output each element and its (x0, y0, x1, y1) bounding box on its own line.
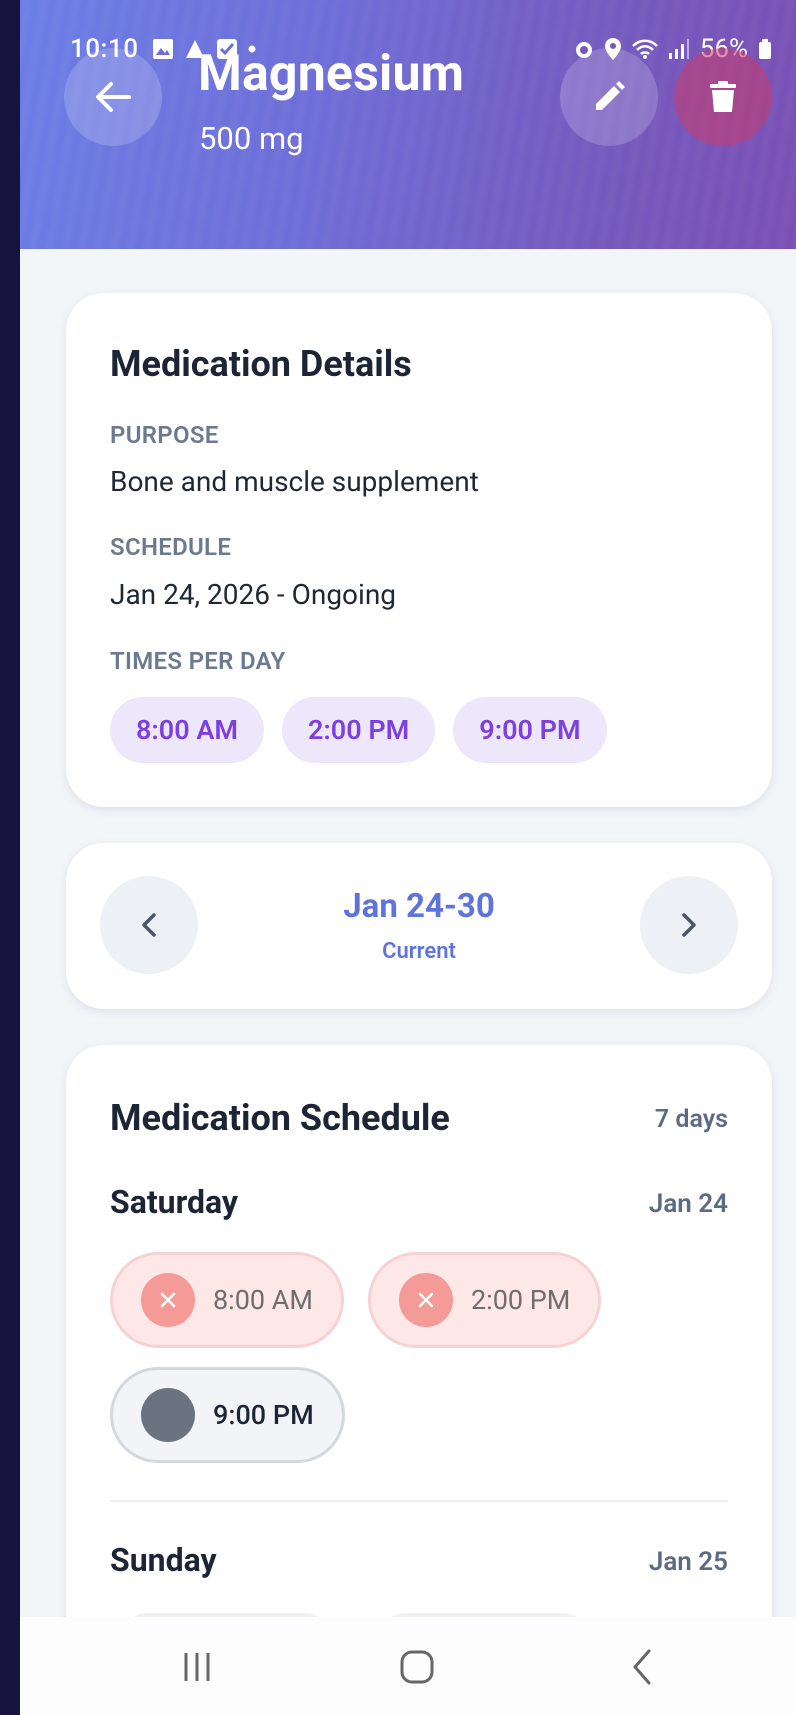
time-chip: 9:00 PM (453, 697, 607, 763)
schedule-value: Jan 24, 2026 - Ongoing (110, 578, 397, 611)
dose-missed[interactable]: 8:00 AM (110, 1252, 344, 1348)
details-title: Medication Details (110, 343, 412, 385)
system-back-button[interactable] (620, 1645, 664, 1689)
times-chips: 8:00 AM 2:00 PM 9:00 PM (110, 697, 607, 763)
x-icon (399, 1273, 453, 1327)
home-icon (400, 1650, 434, 1684)
day-divider (110, 1500, 728, 1502)
recent-apps-button[interactable] (175, 1645, 219, 1689)
back-chevron-icon (633, 1649, 651, 1685)
dose-time: 9:00 PM (213, 1399, 314, 1431)
schedule-title: Medication Schedule (110, 1097, 450, 1139)
recent-apps-icon (184, 1653, 210, 1681)
day-name: Sunday (110, 1541, 217, 1579)
edit-button[interactable] (560, 48, 658, 146)
page-title: Magnesium (198, 45, 465, 103)
home-button[interactable] (395, 1645, 439, 1689)
dosage-subtitle: 500 mg (199, 120, 304, 157)
app-screen: 10:10 56% Magnesium 500 mg (20, 0, 796, 1715)
next-week-button[interactable] (640, 876, 738, 974)
x-icon (141, 1273, 195, 1327)
arrow-left-icon (96, 82, 131, 112)
day-date: Jan 24 (648, 1189, 728, 1219)
dose-time: 2:00 PM (471, 1284, 571, 1316)
time-chip: 2:00 PM (282, 697, 436, 763)
week-navigator-card: Jan 24-30 Current (66, 843, 772, 1009)
dose-time: 8:00 AM (213, 1284, 313, 1316)
battery-icon (759, 39, 771, 59)
medication-details-card: Medication Details PURPOSE Bone and musc… (66, 293, 772, 807)
schedule-label: SCHEDULE (110, 533, 232, 561)
image-notification-icon (153, 39, 173, 59)
times-label: TIMES PER DAY (110, 647, 286, 675)
header: 10:10 56% Magnesium 500 mg (20, 0, 796, 249)
medication-schedule-card: Medication Schedule 7 days Saturday Jan … (66, 1045, 772, 1715)
system-nav-bar (20, 1617, 796, 1715)
day-date: Jan 25 (648, 1547, 728, 1577)
trash-icon (710, 81, 736, 112)
dose-pending[interactable]: 9:00 PM (110, 1367, 345, 1463)
day-name: Saturday (110, 1183, 239, 1221)
pending-circle-icon (141, 1388, 195, 1442)
purpose-label: PURPOSE (110, 421, 219, 449)
days-count: 7 days (654, 1105, 728, 1134)
delete-button[interactable] (674, 48, 772, 146)
pencil-icon (596, 81, 625, 110)
purpose-value: Bone and muscle supplement (110, 465, 479, 498)
dose-missed[interactable]: 2:00 PM (368, 1252, 602, 1348)
back-button[interactable] (64, 48, 162, 146)
chevron-right-icon (682, 913, 696, 937)
time-chip: 8:00 AM (110, 697, 264, 763)
signal-icon (668, 39, 689, 59)
